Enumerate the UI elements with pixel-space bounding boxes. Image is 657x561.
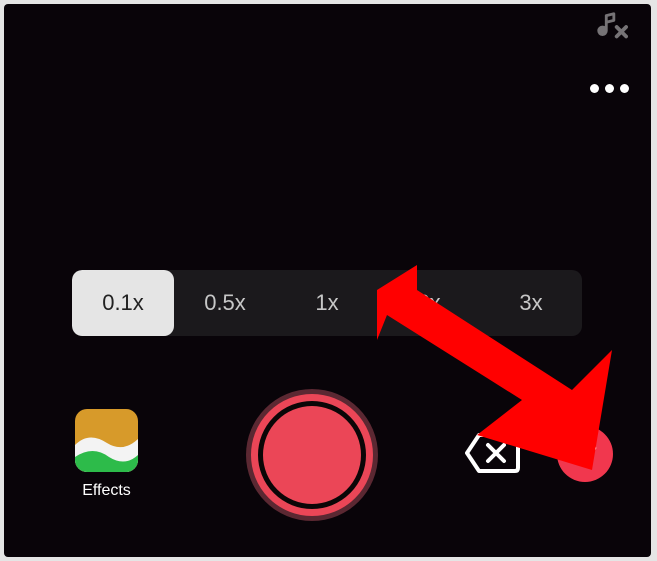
checkmark-icon <box>569 438 601 470</box>
delete-last-button[interactable] <box>465 432 520 474</box>
dot <box>620 84 629 93</box>
confirm-button[interactable] <box>557 426 613 482</box>
effects-button[interactable]: Effects <box>69 409 144 500</box>
speed-option[interactable]: 1x <box>276 270 378 336</box>
record-core <box>263 406 361 504</box>
speed-option[interactable]: 0.5x <box>174 270 276 336</box>
top-right-toolbar <box>590 10 631 93</box>
effects-thumbnail <box>75 409 138 472</box>
camera-screen: 0.1x 0.5x 1x 2x 3x Effects <box>4 4 651 557</box>
record-button[interactable] <box>246 389 378 521</box>
dot <box>590 84 599 93</box>
music-cut-icon[interactable] <box>594 10 628 44</box>
dot <box>605 84 614 93</box>
speed-option[interactable]: 2x <box>378 270 480 336</box>
record-ring <box>251 394 373 516</box>
speed-selector: 0.1x 0.5x 1x 2x 3x <box>72 270 582 336</box>
speed-option[interactable]: 0.1x <box>72 270 174 336</box>
effects-label: Effects <box>82 482 131 500</box>
more-icon[interactable] <box>590 84 631 93</box>
speed-option[interactable]: 3x <box>480 270 582 336</box>
